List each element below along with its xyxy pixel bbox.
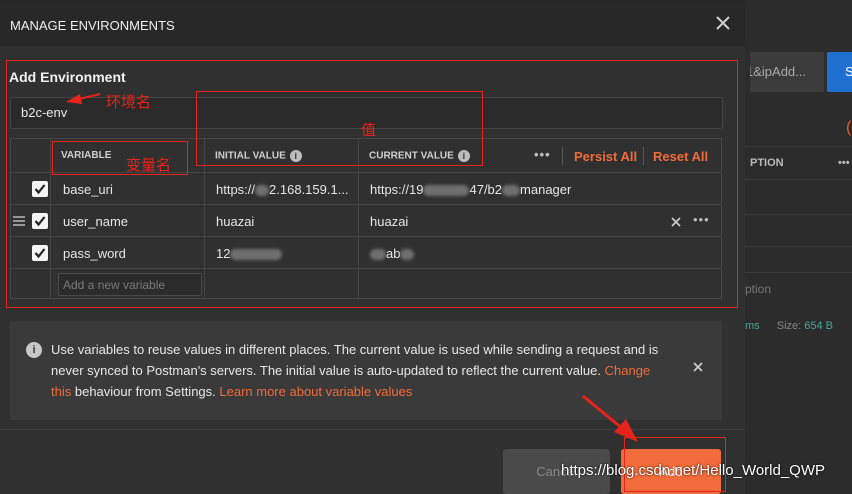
watermark: https://blog.csdn.net/Hello_World_QWP [561, 462, 826, 479]
arrow-env-shaft [78, 93, 101, 100]
arrow-env-head [66, 94, 82, 104]
annotation-arrows [66, 93, 638, 442]
arrow-add-head [614, 419, 638, 442]
arrow-add-shaft [582, 394, 624, 431]
